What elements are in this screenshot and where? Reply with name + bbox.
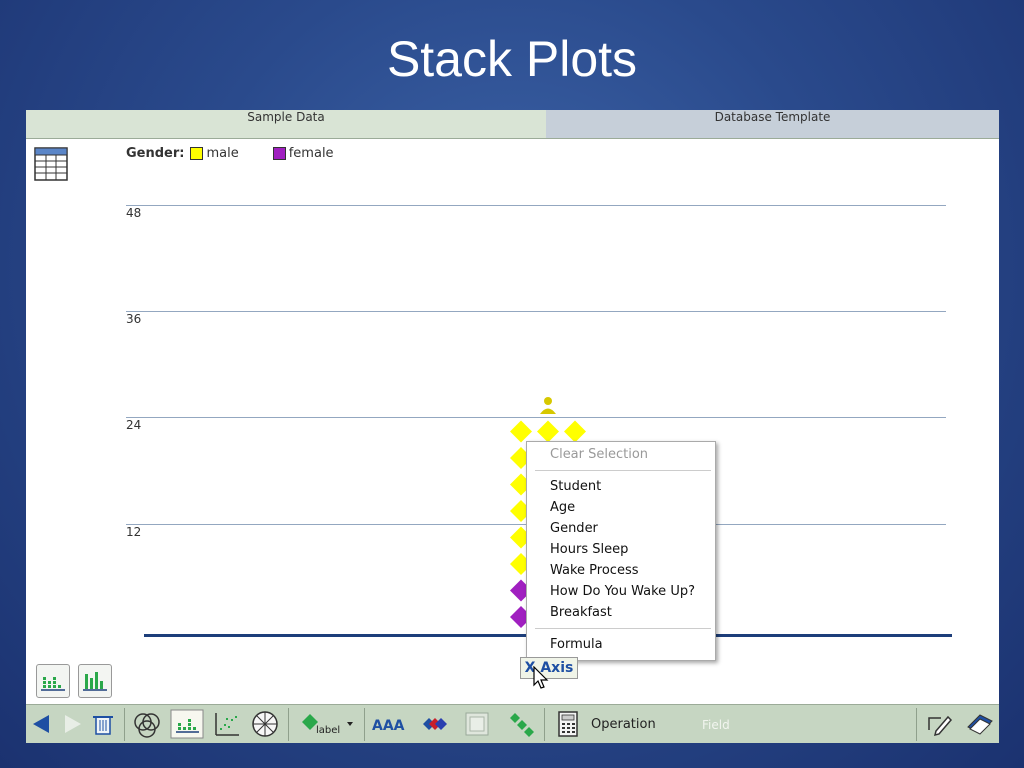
dot-plot-icon[interactable] <box>170 709 204 739</box>
dot-male[interactable] <box>510 420 532 443</box>
x-axis-button[interactable]: X Axis <box>520 657 578 679</box>
connect-points-icon[interactable] <box>506 709 536 739</box>
bar-chart-icon <box>83 672 107 691</box>
toolbar-separator <box>124 708 125 741</box>
color-diamonds-icon[interactable] <box>420 709 450 739</box>
toolbar-separator <box>364 708 365 741</box>
calculator-icon[interactable] <box>556 709 580 739</box>
toolbar-separator <box>288 708 289 741</box>
menu-item-hours-sleep[interactable]: Hours Sleep <box>550 542 628 557</box>
menu-item-how-do-you-wake-up[interactable]: How Do You Wake Up? <box>550 584 695 599</box>
edit-pencil-icon[interactable] <box>924 709 954 739</box>
slide-title: Stack Plots <box>386 31 638 87</box>
back-arrow-icon[interactable] <box>30 709 52 739</box>
mouse-cursor-icon <box>533 666 549 689</box>
bar-graph-button[interactable] <box>78 664 112 698</box>
menu-item-breakfast[interactable]: Breakfast <box>550 605 612 620</box>
trash-icon[interactable] <box>90 709 116 739</box>
menu-item-age[interactable]: Age <box>550 500 575 515</box>
menu-separator <box>535 628 711 629</box>
operation-label[interactable]: Operation <box>591 717 656 732</box>
forward-arrow-icon[interactable] <box>62 709 84 739</box>
shape-icon[interactable] <box>464 709 490 739</box>
app-window: Sample Data Database Template Gender: ma… <box>26 110 999 743</box>
font-button-text: AAA <box>372 718 405 734</box>
card-stack-icon[interactable] <box>964 709 996 739</box>
font-size-icon[interactable]: AAA <box>370 709 406 739</box>
toolbar-separator <box>544 708 545 741</box>
field-label[interactable]: Field <box>702 718 730 732</box>
menu-item-clear-selection[interactable]: Clear Selection <box>550 447 648 462</box>
venn-diagram-icon[interactable] <box>132 709 162 739</box>
label-button-text: label <box>316 725 340 736</box>
bottom-toolbar: label AAA Operation Field <box>26 704 999 743</box>
dot-plot-icon <box>41 677 65 691</box>
dot-male[interactable] <box>564 420 586 443</box>
stack-plot <box>510 397 586 628</box>
scatter-plot-icon[interactable] <box>212 709 242 739</box>
menu-item-gender[interactable]: Gender <box>550 521 598 536</box>
stacked-dot-plot-button[interactable] <box>36 664 70 698</box>
label-icon[interactable]: label <box>298 709 358 739</box>
menu-separator <box>535 470 711 471</box>
field-context-menu: Clear Selection Student Age Gender Hours… <box>526 441 716 661</box>
menu-item-wake-process[interactable]: Wake Process <box>550 563 639 578</box>
menu-item-formula[interactable]: Formula <box>550 637 603 652</box>
menu-item-student[interactable]: Student <box>550 479 601 494</box>
selected-case-icon <box>540 397 556 414</box>
pie-chart-icon[interactable] <box>250 709 280 739</box>
toolbar-separator <box>916 708 917 741</box>
dot-male[interactable] <box>537 420 559 443</box>
